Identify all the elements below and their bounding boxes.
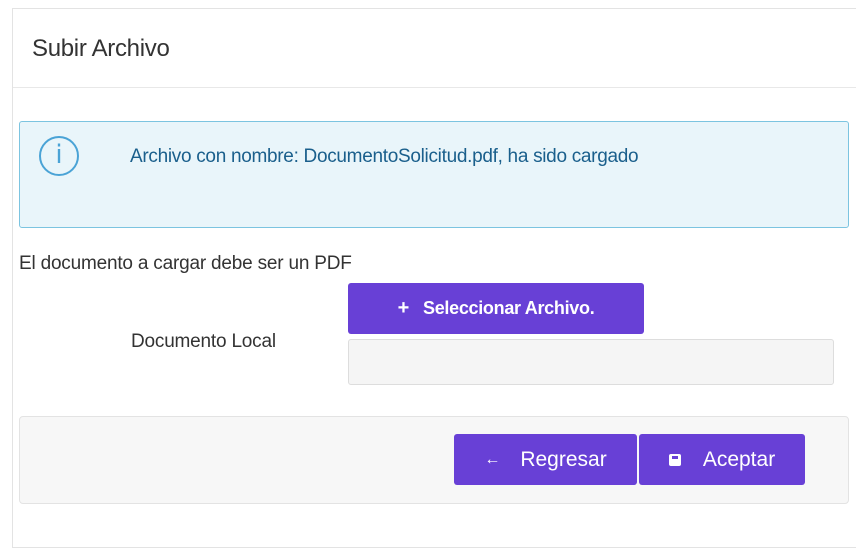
- accept-button-label: Aceptar: [702, 447, 776, 471]
- back-button-label: Regresar: [520, 447, 607, 471]
- save-icon: [668, 453, 681, 466]
- select-file-button-label: Seleccionar Archivo.: [422, 298, 595, 318]
- plus-icon: +: [397, 297, 410, 319]
- info-icon: i: [39, 136, 79, 176]
- select-file-button[interactable]: + Seleccionar Archivo.: [348, 283, 644, 334]
- local-document-label: Documento Local: [131, 331, 276, 352]
- upload-success-alert: i Archivo con nombre: DocumentoSolicitud…: [19, 121, 849, 228]
- selected-file-field[interactable]: [348, 339, 834, 385]
- alert-message: Archivo con nombre: DocumentoSolicitud.p…: [130, 146, 639, 167]
- arrow-left-icon: ←: [484, 450, 501, 468]
- back-button[interactable]: ← Regresar: [454, 434, 637, 485]
- pdf-requirement-hint: El documento a cargar debe ser un PDF: [19, 253, 352, 274]
- accept-button[interactable]: Aceptar: [639, 434, 805, 485]
- page-title: Subir Archivo: [32, 35, 170, 62]
- panel-header: Subir Archivo: [13, 9, 856, 88]
